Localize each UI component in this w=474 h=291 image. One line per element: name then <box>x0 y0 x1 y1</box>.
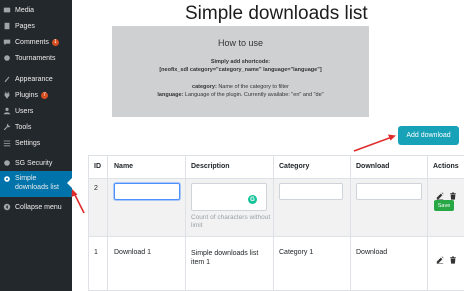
new-name-input[interactable] <box>114 183 180 200</box>
trash-icon[interactable] <box>449 251 457 264</box>
security-icon <box>2 159 11 168</box>
shortcode-example: [neofix_sdl category="category_name" lan… <box>159 67 322 73</box>
category-param-help: category: Name of the category to filter <box>112 84 369 90</box>
table-border <box>185 155 186 291</box>
language-param-help: language: Language of the plugin. Curren… <box>112 92 369 98</box>
sidebar-item-label: Collapse menu <box>15 203 62 211</box>
admin-sidebar: Media Pages Comments 1 Tournaments Appea… <box>0 0 72 291</box>
sidebar-item-tools[interactable]: Tools <box>0 119 72 135</box>
table-border <box>107 155 108 291</box>
sidebar-item-label: Simple downloads list <box>15 175 59 191</box>
pages-icon <box>2 22 11 31</box>
column-header-download: Download <box>356 163 390 170</box>
table-border <box>350 155 351 291</box>
row-description: Simple downloads list item 1 <box>191 250 259 266</box>
table-border <box>88 236 464 237</box>
tournaments-icon <box>2 54 11 63</box>
sidebar-item-tournaments[interactable]: Tournaments <box>0 50 72 66</box>
arrow-to-add-button <box>353 134 396 152</box>
table-border <box>88 155 464 156</box>
how-to-use-box: How to use Simply add shortcode: [neofix… <box>112 26 369 117</box>
table-border <box>88 155 89 291</box>
sidebar-item-label: Tournaments <box>15 54 56 62</box>
comments-count-badge: 1 <box>51 38 59 46</box>
sidebar-item-plugins[interactable]: Plugins 7 <box>0 87 72 103</box>
description-char-counter: Count of characters without limit <box>191 214 271 229</box>
table-border <box>88 178 464 179</box>
plugins-icon <box>2 91 11 100</box>
sidebar-item-label: Tools <box>15 123 32 131</box>
sidebar-item-users[interactable]: Users <box>0 103 72 119</box>
new-category-input[interactable] <box>279 183 343 200</box>
edit-icon[interactable] <box>436 251 444 264</box>
category-param-key: category: <box>192 84 217 90</box>
row-id: 1 <box>94 249 98 256</box>
sidebar-item-label: Media <box>15 6 35 14</box>
column-header-name: Name <box>114 163 134 170</box>
sidebar-item-settings[interactable]: Settings <box>0 135 72 151</box>
sidebar-collapse-menu[interactable]: Collapse menu <box>0 199 72 215</box>
users-icon <box>2 107 11 116</box>
page-title: Simple downloads list <box>185 3 368 24</box>
media-icon <box>2 6 11 15</box>
collapse-icon <box>2 203 11 212</box>
sidebar-item-label: Plugins <box>15 91 38 99</box>
arrow-to-menu-item <box>71 189 85 214</box>
plugins-update-badge: 7 <box>40 91 48 99</box>
column-header-actions: Actions <box>433 163 459 170</box>
downloads-table: ID Name Description Category Download Ac… <box>88 155 464 291</box>
language-param-desc: Language of the plugin. Currently availa… <box>183 92 324 98</box>
active-indicator <box>67 178 72 188</box>
table-border <box>427 155 428 291</box>
sidebar-item-label: Comments <box>15 38 49 46</box>
column-header-description: Description <box>191 163 230 170</box>
sidebar-item-label: Appearance <box>15 75 53 83</box>
row-category: Category 1 <box>279 249 314 256</box>
new-row-id: 2 <box>94 185 98 192</box>
category-param-desc: Name of the category to filter <box>216 84 289 90</box>
add-download-button[interactable]: Add download <box>398 126 459 145</box>
row-name: Download 1 <box>114 249 151 256</box>
gear-icon <box>2 174 11 183</box>
shortcode-label: Simply add shortcode: <box>210 59 271 65</box>
sidebar-item-label: Settings <box>15 139 41 147</box>
grammarly-icon[interactable]: G <box>248 195 257 204</box>
column-header-id: ID <box>94 163 101 170</box>
sidebar-item-comments[interactable]: Comments 1 <box>0 34 72 50</box>
appearance-icon <box>2 75 11 84</box>
how-to-use-heading: How to use <box>217 38 264 48</box>
row-download: Download <box>356 249 388 256</box>
save-button[interactable]: Save <box>434 200 454 211</box>
sidebar-item-label: Pages <box>15 22 35 30</box>
sidebar-item-label: Users <box>15 107 34 115</box>
comments-icon <box>2 38 11 47</box>
language-param-key: language: <box>157 92 184 98</box>
sidebar-item-label: SG Security <box>15 159 53 167</box>
trash-icon[interactable] <box>449 187 457 200</box>
sidebar-item-sg-security[interactable]: SG Security <box>0 155 72 171</box>
sidebar-item-media[interactable]: Media <box>0 2 72 18</box>
tools-icon <box>2 123 11 132</box>
sidebar-item-simple-downloads-list[interactable]: Simple downloads list <box>0 171 72 197</box>
sidebar-item-pages[interactable]: Pages <box>0 18 72 34</box>
sidebar-item-appearance[interactable]: Appearance <box>0 71 72 87</box>
settings-icon <box>2 139 11 148</box>
new-download-input[interactable] <box>356 183 422 200</box>
column-header-category: Category <box>279 163 310 170</box>
edit-icon[interactable] <box>436 187 444 200</box>
